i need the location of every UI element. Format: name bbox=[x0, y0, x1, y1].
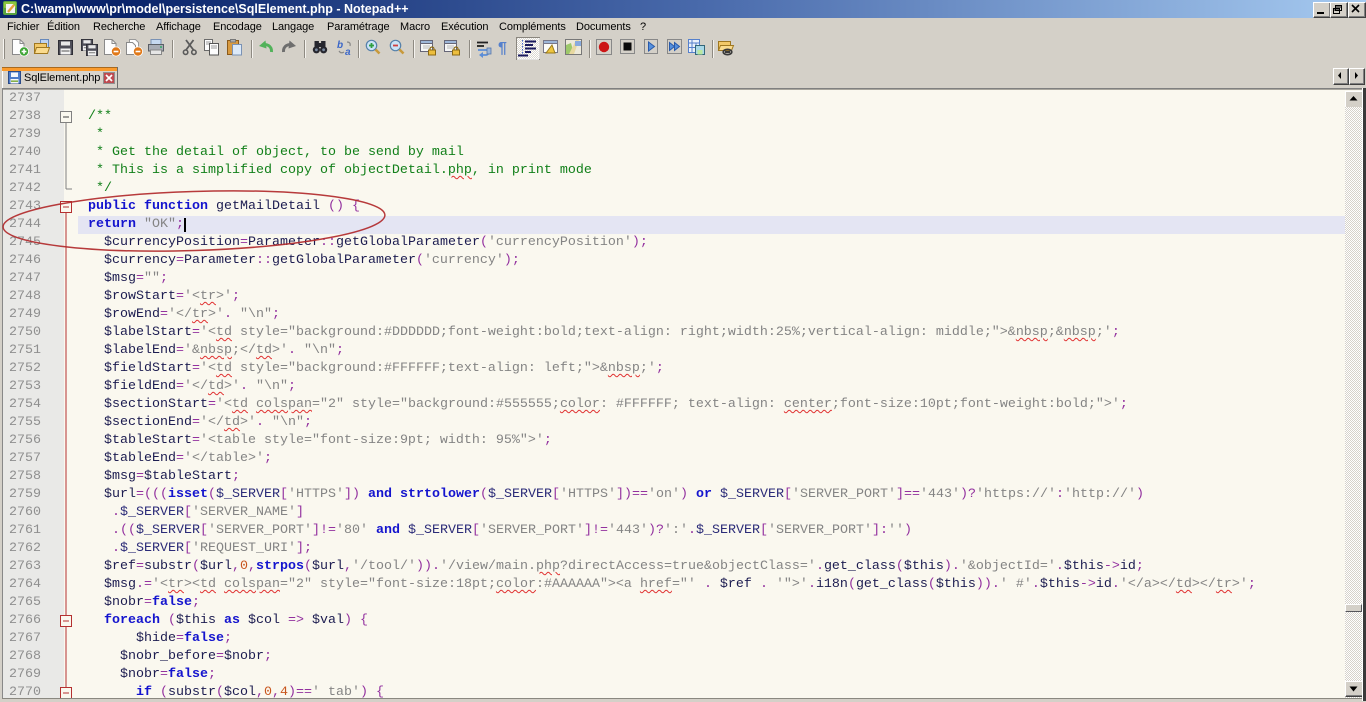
svg-text:¶: ¶ bbox=[498, 40, 507, 57]
svg-text:b: b bbox=[337, 40, 343, 51]
svg-text:a: a bbox=[345, 47, 351, 58]
